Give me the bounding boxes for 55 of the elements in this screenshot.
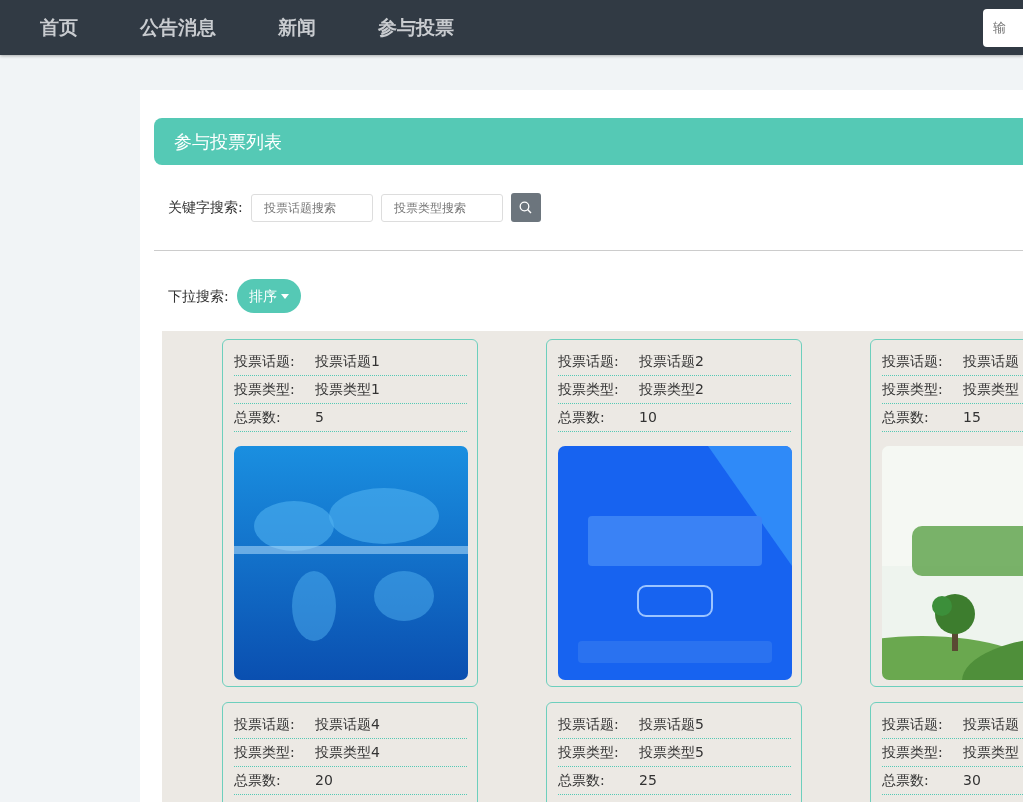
field-label: 投票类型: [234, 743, 296, 762]
field-label: 投票类型: [558, 380, 620, 399]
caret-icon [280, 293, 289, 299]
field-label: 投票话题: [882, 715, 944, 734]
field-label: 总票数: [882, 771, 930, 790]
vote-card[interactable]: 投票话题: 投票话题4 投票类型: 投票类型4 总票数: 20 [222, 702, 478, 802]
field-value: 投票类型4 [315, 743, 380, 762]
nav-link[interactable]: 参与投票 [378, 13, 454, 42]
vote-card[interactable]: 投票话题: 投票话题 投票类型: 投票类型 总票数: 15 [870, 339, 1023, 687]
field-value: 20 [315, 771, 333, 790]
field-label: 总票数: [558, 771, 606, 790]
vote-card[interactable]: 投票话题: 投票话题1 投票类型: 投票类型1 总票数: 5 [222, 339, 478, 687]
field-value: 5 [315, 408, 324, 427]
vote-card[interactable]: 投票话题: 投票话题2 投票类型: 投票类型2 总票数: 10 [546, 339, 802, 687]
field-label: 投票类型: [882, 380, 944, 399]
field-label: 投票类型: [558, 743, 620, 762]
field-value: 投票类型1 [315, 380, 380, 399]
vote-card[interactable]: 投票话题: 投票话题5 投票类型: 投票类型5 总票数: 25 [546, 702, 802, 802]
field-label: 总票数: [234, 771, 282, 790]
field-label: 投票话题: [558, 715, 620, 734]
field-value: 投票类型2 [639, 380, 704, 399]
dropdown-label: 下拉搜索: [168, 286, 229, 306]
field-value: 投票话题 [963, 715, 1019, 734]
field-label: 总票数: [234, 408, 282, 427]
field-value: 投票话题1 [315, 352, 380, 371]
field-value: 15 [963, 408, 981, 427]
field-value: 投票类型 [963, 743, 1019, 762]
search-field[interactable]: 投票话题搜索 [250, 193, 373, 222]
search-button[interactable] [510, 193, 541, 222]
nav-link[interactable]: 首页 [40, 13, 78, 42]
search-label: 关键字搜索: [168, 198, 243, 217]
vote-card[interactable]: 投票话题: 投票话题 投票类型: 投票类型 总票数: 30 [870, 702, 1023, 802]
field-value: 10 [639, 408, 657, 427]
field-value: 25 [639, 771, 657, 790]
field-label: 总票数: [882, 408, 930, 427]
field-value: 投票类型 [963, 380, 1019, 399]
field-label: 投票类型: [234, 380, 296, 399]
field-value: 投票话题 [963, 352, 1019, 371]
nav-link[interactable]: 新闻 [278, 13, 316, 42]
field-value: 投票话题2 [639, 352, 704, 371]
field-value: 投票话题5 [639, 715, 704, 734]
field-label: 投票话题: [234, 715, 296, 734]
field-label: 投票话题: [234, 352, 296, 371]
field-value: 30 [963, 771, 981, 790]
field-label: 投票话题: [558, 352, 620, 371]
field-label: 投票话题: [882, 352, 944, 371]
search-field[interactable]: 投票类型搜索 [380, 193, 503, 222]
field-value: 投票话题4 [315, 715, 380, 734]
section-title: 参与投票列表 [154, 118, 1023, 165]
field-value: 投票类型5 [639, 743, 704, 762]
search-field[interactable]: 输 [983, 8, 1023, 47]
field-label: 投票类型: [882, 743, 944, 762]
nav-link[interactable]: 公告消息 [140, 13, 216, 42]
search-icon [519, 201, 533, 214]
field-label: 总票数: [558, 408, 606, 427]
